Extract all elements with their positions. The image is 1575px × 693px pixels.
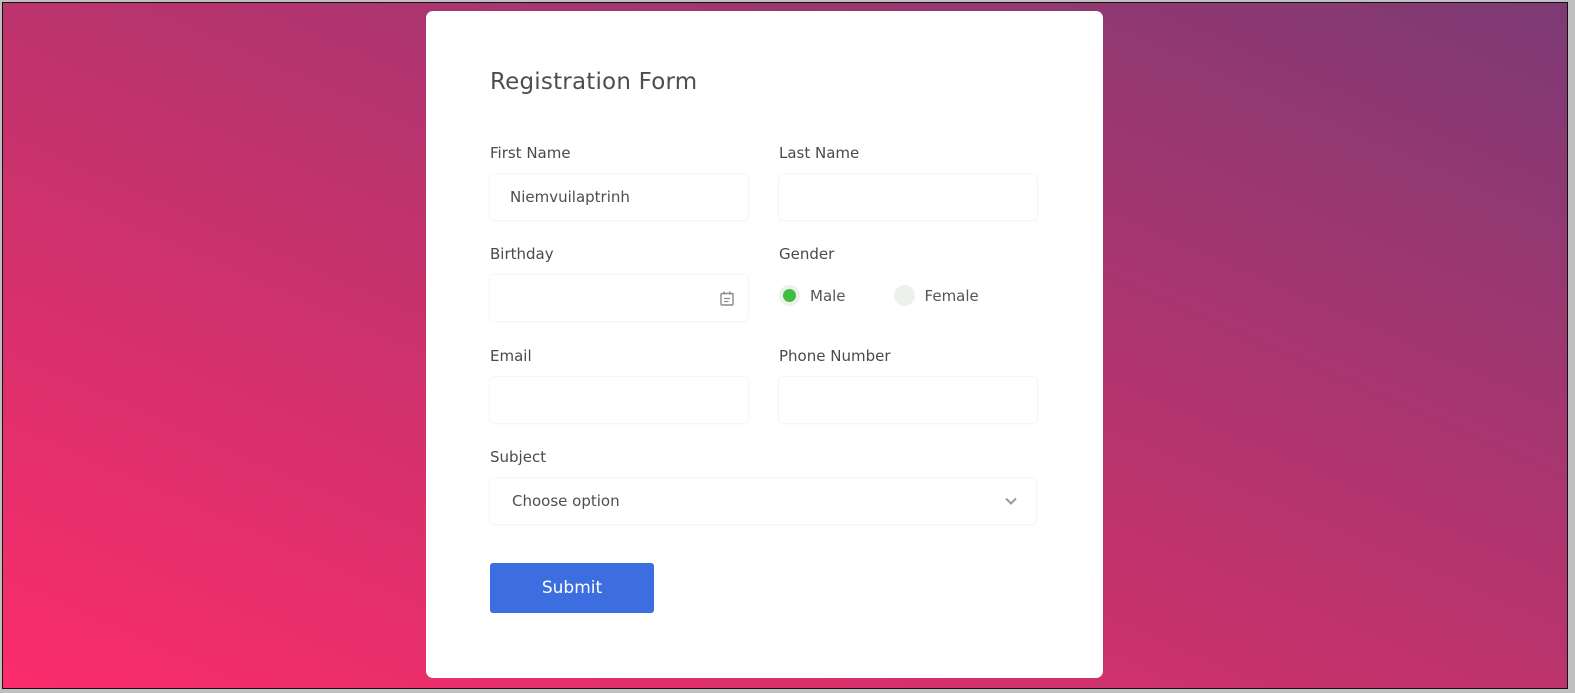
- subject-label: Subject: [490, 448, 547, 466]
- gender-option-label: Female: [924, 286, 979, 305]
- gender-radio-group: Male Female: [779, 285, 979, 306]
- birthday-group: Birthday: [490, 245, 748, 321]
- birthday-input[interactable]: [490, 275, 748, 321]
- email-input[interactable]: [490, 377, 748, 423]
- last-name-input[interactable]: [779, 174, 1037, 220]
- phone-group: Phone Number: [779, 347, 1037, 423]
- first-name-input[interactable]: Niemvuilaptrinh: [490, 174, 748, 220]
- registration-card: Registration Form First Name Niemvuilapt…: [426, 11, 1103, 678]
- email-label: Email: [490, 347, 532, 365]
- first-name-group: First Name Niemvuilaptrinh: [490, 144, 748, 220]
- calendar-icon[interactable]: [720, 291, 734, 306]
- radio-selected-indicator: [783, 289, 796, 302]
- email-group: Email: [490, 347, 748, 423]
- subject-select[interactable]: Choose option: [490, 478, 1036, 524]
- radio-button-female[interactable]: [893, 285, 915, 306]
- last-name-group: Last Name: [779, 144, 1037, 220]
- last-name-label: Last Name: [779, 144, 860, 162]
- gender-option-female[interactable]: Female: [893, 285, 979, 306]
- gender-option-label: Male: [810, 286, 846, 305]
- subject-selected-value: Choose option: [512, 492, 620, 510]
- submit-button[interactable]: Submit: [490, 563, 654, 613]
- form-title: Registration Form: [490, 69, 698, 95]
- chevron-down-icon[interactable]: [1004, 496, 1018, 506]
- gender-option-male[interactable]: Male: [779, 285, 846, 306]
- first-name-label: First Name: [490, 144, 571, 162]
- page-background: Registration Form First Name Niemvuilapt…: [2, 2, 1568, 689]
- subject-group: Subject Choose option: [490, 448, 1036, 524]
- radio-button-male[interactable]: [779, 285, 800, 306]
- phone-label: Phone Number: [779, 347, 891, 365]
- gender-group: Gender: [779, 245, 1037, 267]
- birthday-label: Birthday: [490, 245, 554, 263]
- gender-label: Gender: [779, 245, 835, 263]
- phone-input[interactable]: [779, 377, 1037, 423]
